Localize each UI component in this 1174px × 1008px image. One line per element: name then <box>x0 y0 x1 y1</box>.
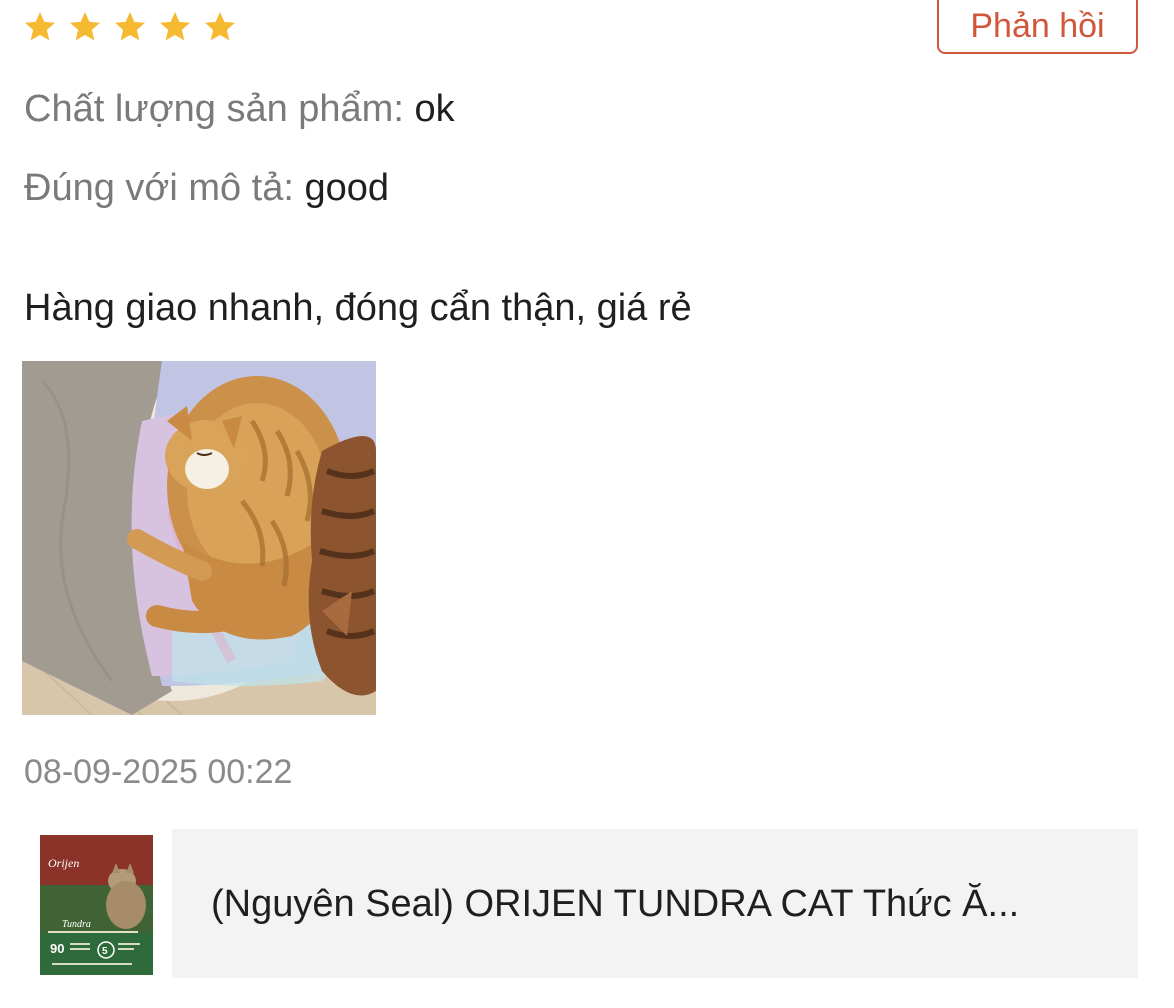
quality-label: Chất lượng sản phẩm: <box>24 88 404 130</box>
description-match-label: Đúng với mô tả: <box>24 167 294 209</box>
product-thumbnail: Orijen Tundra 90 5 <box>22 829 172 978</box>
review-photo[interactable] <box>22 361 376 715</box>
description-match-value: good <box>304 167 390 209</box>
quality-value: ok <box>414 88 455 130</box>
orijen-bag-thumbnail-icon: Orijen Tundra 90 5 <box>22 829 172 978</box>
star-icon <box>205 12 235 41</box>
review-comment: Hàng giao nhanh, đóng cẩn thận, giá rẻ <box>24 287 692 329</box>
review-timestamp: 08-09-2025 00:22 <box>24 753 293 791</box>
product-title: (Nguyên Seal) ORIJEN TUNDRA CAT Thức Ă..… <box>211 883 1020 925</box>
reply-button-label: Phản hồi <box>970 6 1105 45</box>
reply-button[interactable]: Phản hồi <box>937 0 1138 54</box>
star-icon <box>25 12 55 41</box>
star-rating <box>22 9 238 45</box>
cat-sleeping-photo-icon <box>22 361 376 715</box>
quality-attribute: Chất lượng sản phẩm: ok <box>24 86 455 132</box>
product-variant-mark: Tundra <box>62 919 91 930</box>
product-badge-left: 90 <box>50 941 64 956</box>
star-icon <box>70 12 100 41</box>
star-icon <box>160 12 190 41</box>
star-icon <box>115 12 145 41</box>
product-badge-right: 5 <box>102 946 108 957</box>
description-match-attribute: Đúng với mô tả: good <box>24 165 389 211</box>
product-card[interactable]: Orijen Tundra 90 5 (Nguyên Seal) ORIJEN … <box>22 829 1138 978</box>
product-brand-mark: Orijen <box>48 856 79 870</box>
